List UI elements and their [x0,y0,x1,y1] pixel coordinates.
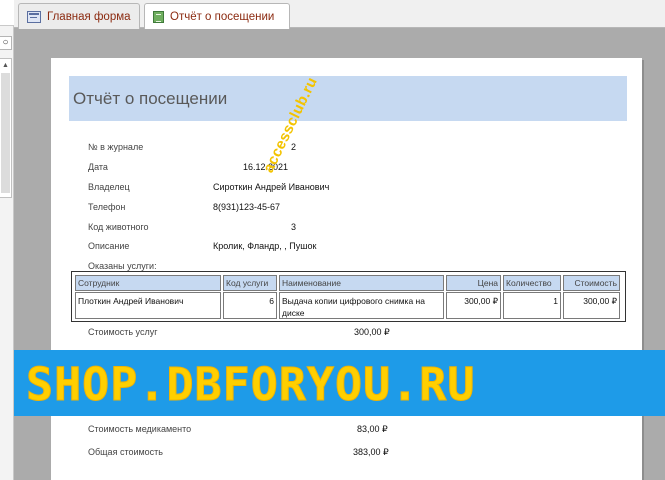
total-cost-value: 383,00 ₽ [353,447,389,457]
medicine-cost-value: 83,00 ₽ [357,424,388,434]
tab-visit-report-label: Отчёт о посещении [170,10,275,23]
animal-code-label: Код животного [88,222,149,232]
description-value: Кролик, Фландр, , Пушок [213,241,317,251]
column-header: Стоимость [563,275,620,291]
total-cost-label: Общая стоимость [88,447,163,457]
tab-visit-report[interactable]: Отчёт о посещении [144,3,290,29]
scrollbar-thumb[interactable] [1,73,10,193]
scroll-up-icon[interactable]: ▲ [0,61,11,70]
report-title: Отчёт о посещении [73,89,228,108]
phone-label: Телефон [88,202,126,212]
column-header: Код услуги [223,275,277,291]
column-header: Количество [503,275,561,291]
report-icon [153,10,164,23]
price-cell: 300,00 ₽ [446,292,501,319]
journal-label: № в журнале [88,142,144,152]
service-name-cell: Выдача копии цифрового снимка на диске [279,292,444,319]
document-tab-bar: Главная форма Отчёт о посещении [14,0,665,29]
watermark-banner: SHOP.DBFORYOU.RU [14,350,665,416]
watermark-banner-text: SHOP.DBFORYOU.RU [25,358,476,412]
form-icon [27,10,41,23]
column-header: Наименование [279,275,444,291]
report-header: Отчёт о посещении [69,76,627,121]
services-table-header: Сотрудник Код услуги Наименование Цена К… [75,275,622,291]
navigation-pane-header [0,0,14,26]
table-row: Плоткин Андрей Иванович 6 Выдача копии ц… [75,292,622,319]
owner-value: Сироткин Андрей Иванович [213,182,330,192]
service-code-cell: 6 [223,292,277,319]
services-label: Оказаны услуги: [88,261,157,271]
column-header: Сотрудник [75,275,221,291]
date-label: Дата [88,162,108,172]
navigation-pane: ○ ▲ [0,0,14,480]
tab-main-form-label: Главная форма [47,10,131,23]
medicine-cost-label: Стоимость медикаменто [88,424,192,434]
services-cost-value: 300,00 ₽ [354,327,390,337]
quantity-cell: 1 [503,292,561,319]
column-header: Цена [446,275,501,291]
report-page: Отчёт о посещении № в журнале 2 Дата 16.… [51,58,642,480]
services-cost-label: Стоимость услуг [88,327,158,337]
journal-value: 2 [291,142,297,152]
tab-main-form[interactable]: Главная форма [18,3,140,29]
navigation-scrollbar[interactable]: ▲ [0,58,12,198]
employee-cell: Плоткин Андрей Иванович [75,292,221,319]
animal-code-value: 3 [291,222,297,232]
search-icon[interactable]: ○ [0,36,12,50]
description-label: Описание [88,241,130,251]
cost-cell: 300,00 ₽ [563,292,620,319]
services-table: Сотрудник Код услуги Наименование Цена К… [71,271,626,322]
phone-value: 8(931)123-45-67 [213,202,281,212]
owner-label: Владелец [88,182,130,192]
